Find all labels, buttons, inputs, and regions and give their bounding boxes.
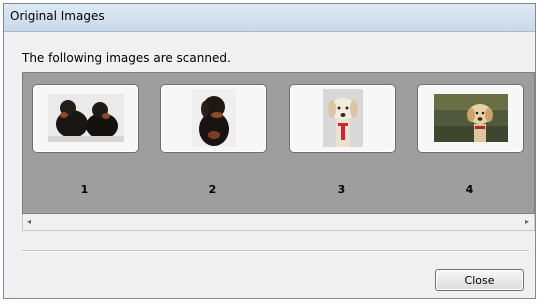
- horizontal-scrollbar[interactable]: ◂ ▸: [22, 214, 535, 231]
- thumbnail-1-number: 1: [80, 183, 89, 196]
- original-images-dialog: Original Images The following images are…: [3, 3, 536, 299]
- separator-line: [22, 250, 529, 252]
- scan-message: The following images are scanned.: [22, 51, 231, 65]
- title-bar: Original Images: [4, 4, 535, 32]
- window-title: Original Images: [10, 9, 105, 23]
- white-dog-portrait-photo: [323, 89, 363, 147]
- thumbnail-3-number: 3: [337, 183, 346, 196]
- scroll-right-arrow-icon[interactable]: ▸: [525, 217, 529, 226]
- two-dogs-photo: [48, 94, 124, 142]
- scroll-left-arrow-icon[interactable]: ◂: [27, 217, 31, 226]
- thumbnail-4-number: 4: [465, 183, 474, 196]
- thumbnail-4[interactable]: [417, 84, 524, 153]
- close-button[interactable]: Close: [435, 269, 524, 291]
- thumbnail-gallery: 1 2 3 4: [22, 72, 535, 214]
- thumbnail-3[interactable]: [289, 84, 396, 153]
- thumbnail-2[interactable]: [160, 84, 267, 153]
- thumbnail-2-number: 2: [208, 183, 217, 196]
- thumbnail-1[interactable]: [32, 84, 139, 153]
- dog-in-garden-photo: [434, 94, 508, 142]
- dachshund-photo: [192, 89, 236, 147]
